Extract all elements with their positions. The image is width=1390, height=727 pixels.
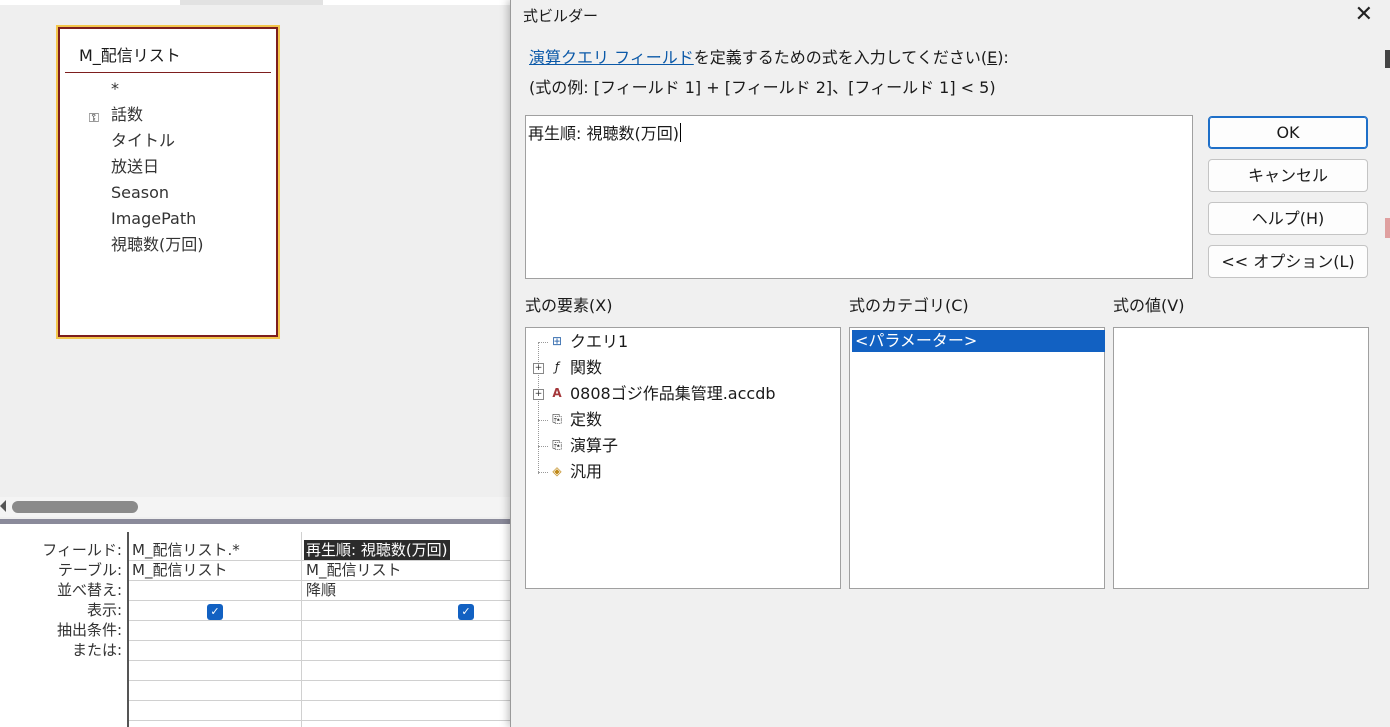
row-divider bbox=[129, 680, 512, 681]
row-label-or: または: bbox=[71, 641, 122, 659]
table-field-list-box[interactable]: M_配信リスト * ⚿ 話数 タイトル 放送日 Season ImagePath … bbox=[56, 25, 280, 339]
field-label: Season bbox=[111, 183, 170, 202]
tree-item-constants[interactable]: ⎘ 定数 bbox=[526, 407, 826, 433]
expression-builder-dialog: 式ビルダー ✕ 演算クエリ フィールドを定義するための式を入力してください(E)… bbox=[510, 0, 1390, 727]
field-item-all[interactable]: * bbox=[59, 76, 277, 102]
show-checkbox-2[interactable]: ✓ bbox=[458, 604, 474, 620]
tree-item-query1[interactable]: ⊞ クエリ1 bbox=[526, 329, 826, 355]
divider bbox=[65, 72, 271, 73]
expression-values-list[interactable] bbox=[1113, 327, 1369, 589]
horizontal-scrollbar[interactable] bbox=[0, 497, 510, 517]
background-window-edge bbox=[1385, 218, 1390, 238]
dialog-titlebar[interactable]: 式ビルダー ✕ bbox=[511, 0, 1390, 32]
tree-item-label: 関数 bbox=[570, 358, 603, 377]
function-icon: ƒ bbox=[554, 360, 560, 374]
background-window-edge bbox=[1385, 50, 1390, 68]
field-item-episode[interactable]: ⚿ 話数 bbox=[59, 102, 277, 128]
expression-elements-tree[interactable]: ⊞ クエリ1 + ƒ 関数 + A 0808ゴジ作品集管理.accdb ⎘ 定数… bbox=[525, 327, 841, 589]
field-item-airdate[interactable]: 放送日 bbox=[59, 154, 277, 180]
field-label: 話数 bbox=[111, 105, 144, 124]
field-item-season[interactable]: Season bbox=[59, 180, 277, 206]
query-design-grid: フィールド: テーブル: 並べ替え: 表示: 抽出条件: または: M_配信リス… bbox=[0, 524, 512, 727]
category-item-parameter[interactable]: <パラメーター> bbox=[852, 330, 1105, 352]
tree-item-label: 0808ゴジ作品集管理.accdb bbox=[570, 384, 776, 403]
grid-row-labels: フィールド: テーブル: 並べ替え: 表示: 抽出条件: または: bbox=[0, 540, 122, 660]
column-divider bbox=[301, 532, 302, 727]
row-label-sort: 並べ替え: bbox=[56, 581, 122, 599]
table-title: M_配信リスト bbox=[79, 46, 181, 65]
row-divider bbox=[129, 620, 512, 621]
row-divider bbox=[129, 640, 512, 641]
tree-item-label: 演算子 bbox=[570, 436, 619, 455]
field-list: * ⚿ 話数 タイトル 放送日 Season ImagePath 視聴数(万回) bbox=[59, 76, 277, 258]
row-label-criteria: 抽出条件: bbox=[56, 621, 122, 639]
row-label-field: フィールド: bbox=[42, 541, 122, 559]
tree-item-label: 定数 bbox=[570, 410, 603, 429]
access-key: E bbox=[987, 48, 998, 67]
field-label: ImagePath bbox=[111, 209, 197, 228]
field-label: タイトル bbox=[111, 131, 176, 150]
ok-button[interactable]: OK bbox=[1208, 116, 1368, 149]
field-item-title[interactable]: タイトル bbox=[59, 128, 277, 154]
operators-icon: ⎘ bbox=[552, 438, 562, 452]
grid-cells: M_配信リスト.* M_配信リスト ✓ 再生順: 視聴数(万回) M_配信リスト… bbox=[127, 532, 512, 727]
row-divider bbox=[129, 600, 512, 601]
field-item-views[interactable]: 視聴数(万回) bbox=[59, 232, 277, 258]
query-icon: ⊞ bbox=[551, 334, 563, 348]
scrollbar-thumb[interactable] bbox=[12, 501, 138, 513]
close-icon[interactable]: ✕ bbox=[1355, 2, 1373, 28]
access-db-icon: A bbox=[552, 386, 562, 400]
query-design-area: M_配信リスト * ⚿ 話数 タイトル 放送日 Season ImagePath … bbox=[0, 5, 510, 495]
tree-item-label: 汎用 bbox=[570, 462, 603, 481]
row-divider bbox=[129, 720, 512, 721]
tree-connector bbox=[538, 342, 548, 343]
row-divider bbox=[129, 660, 512, 661]
field-label: * bbox=[111, 79, 119, 98]
row-label-show: 表示: bbox=[86, 601, 122, 619]
expression-input[interactable]: 再生順: 視聴数(万回) bbox=[525, 115, 1193, 279]
grid-cell-sort-2[interactable]: 降順 bbox=[306, 580, 336, 600]
common-expressions-icon: ◈ bbox=[552, 464, 562, 478]
help-button[interactable]: ヘルプ(H) bbox=[1208, 202, 1368, 235]
expression-value: 再生順: 視聴数(万回) bbox=[528, 124, 679, 143]
tree-item-functions[interactable]: + ƒ 関数 bbox=[526, 355, 826, 381]
tree-item-common[interactable]: ◈ 汎用 bbox=[526, 459, 826, 485]
field-label: 放送日 bbox=[111, 157, 160, 176]
calculated-field-link[interactable]: 演算クエリ フィールド bbox=[529, 48, 694, 67]
dialog-title: 式ビルダー bbox=[523, 7, 599, 25]
instruction-end: ): bbox=[997, 48, 1009, 67]
field-label: 視聴数(万回) bbox=[111, 235, 204, 254]
tree-item-label: クエリ1 bbox=[570, 332, 629, 351]
expand-plus-icon[interactable]: + bbox=[533, 389, 544, 400]
grid-cell-field-2[interactable]: 再生順: 視聴数(万回) bbox=[304, 540, 450, 560]
constants-icon: ⎘ bbox=[552, 412, 562, 426]
field-item-imagepath[interactable]: ImagePath bbox=[59, 206, 277, 232]
options-button[interactable]: << オプション(L) bbox=[1208, 245, 1368, 278]
values-label: 式の値(V) bbox=[1113, 296, 1185, 315]
row-label-table: テーブル: bbox=[57, 561, 122, 579]
elements-label: 式の要素(X) bbox=[525, 296, 613, 315]
cancel-button[interactable]: キャンセル bbox=[1208, 159, 1368, 192]
expand-plus-icon[interactable]: + bbox=[533, 363, 544, 374]
scroll-left-arrow-icon[interactable] bbox=[0, 500, 6, 512]
expression-text-wrap: 再生順: 視聴数(万回) bbox=[528, 120, 681, 144]
example-text: (式の例: [フィールド 1] + [フィールド 2]、[フィールド 1] < … bbox=[529, 78, 996, 97]
grid-cell-table-2[interactable]: M_配信リスト bbox=[306, 560, 401, 580]
tree-connector bbox=[538, 420, 548, 421]
tree-item-operators[interactable]: ⎘ 演算子 bbox=[526, 433, 826, 459]
tree-item-database[interactable]: + A 0808ゴジ作品集管理.accdb bbox=[526, 381, 826, 407]
instruction-mid: を定義するための式を入力してください( bbox=[693, 48, 988, 67]
expression-categories-list[interactable]: <パラメーター> bbox=[849, 327, 1105, 589]
grid-cell-table-1[interactable]: M_配信リスト bbox=[132, 560, 227, 580]
text-caret bbox=[679, 123, 681, 142]
instruction-text: 演算クエリ フィールドを定義するための式を入力してください(E): bbox=[529, 44, 1009, 68]
row-divider bbox=[129, 700, 512, 701]
tree-connector bbox=[538, 472, 548, 473]
tree-connector bbox=[538, 446, 548, 447]
categories-label: 式のカテゴリ(C) bbox=[849, 296, 969, 315]
show-checkbox-1[interactable]: ✓ bbox=[207, 604, 223, 620]
grid-cell-field-1[interactable]: M_配信リスト.* bbox=[132, 540, 240, 560]
